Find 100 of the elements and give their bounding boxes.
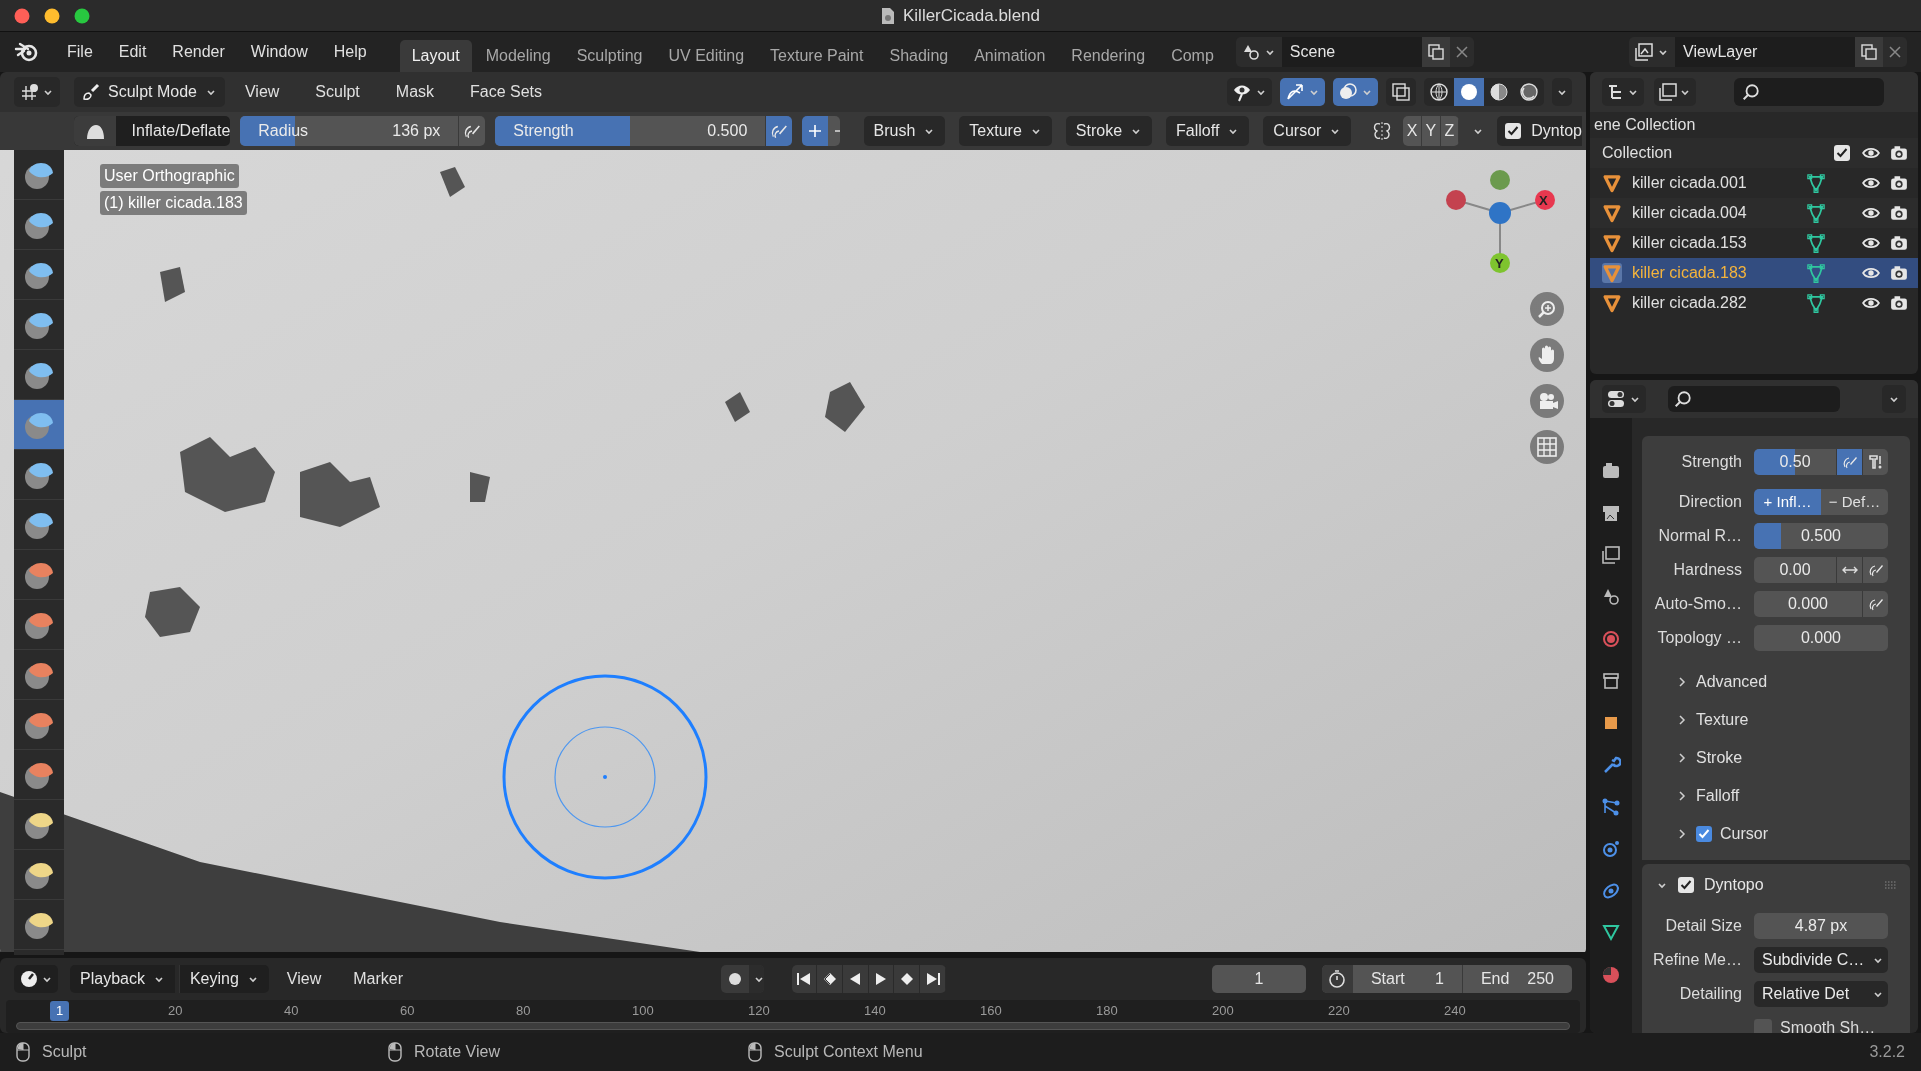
mesh-data-icon[interactable]	[1806, 203, 1826, 223]
camera-icon[interactable]	[1890, 174, 1908, 192]
checkbox[interactable]	[1754, 1019, 1772, 1033]
axis-toggle[interactable]: X	[1403, 116, 1422, 146]
preview-range-button[interactable]	[1321, 965, 1352, 993]
camera-icon[interactable]	[1890, 294, 1908, 312]
subpanel-header[interactable]: Falloff	[1642, 782, 1910, 810]
subpanel-header[interactable]: Advanced	[1642, 668, 1910, 696]
workspace-tab[interactable]: Shading	[877, 40, 961, 72]
copy-button[interactable]	[1421, 37, 1450, 67]
outliner-row[interactable]: killer cicada.004	[1590, 198, 1918, 228]
workspace-tab[interactable]: Layout	[399, 40, 472, 72]
pressure-button[interactable]	[1862, 557, 1888, 583]
menu-item[interactable]: View	[228, 80, 296, 104]
outliner-row[interactable]: killer cicada.183	[1590, 258, 1918, 288]
panel-header[interactable]: Dyntopo	[1642, 870, 1910, 900]
workspace-tab[interactable]: Rendering	[1059, 40, 1158, 72]
dropdown-button[interactable]: Falloff	[1166, 116, 1250, 146]
close-icon[interactable]	[14, 8, 30, 24]
menu-item[interactable]: Render	[159, 40, 238, 64]
minimize-icon[interactable]	[44, 8, 60, 24]
frame-range-field[interactable]: Start 1	[1351, 965, 1462, 993]
camera-icon[interactable]	[1890, 264, 1908, 282]
subpanel-header[interactable]: Texture	[1642, 706, 1910, 734]
camera-icon[interactable]	[1890, 204, 1908, 222]
dropdown-button[interactable]: Keying	[178, 965, 269, 993]
outliner-row[interactable]: Collection	[1590, 138, 1918, 168]
drag-handle-icon[interactable]	[1884, 880, 1898, 890]
scene-selector[interactable]	[1235, 37, 1282, 67]
menu-item[interactable]: View	[272, 967, 336, 991]
mode-dropdown[interactable]: Sculpt Mode	[74, 77, 225, 107]
menu-item[interactable]: Marker	[339, 967, 417, 991]
zoom-icon[interactable]	[74, 8, 90, 24]
number-field[interactable]: 4.87 px	[1754, 913, 1888, 939]
menu-item[interactable]: Help	[320, 40, 380, 64]
workspace-tab[interactable]: Animation	[962, 40, 1058, 72]
dropdown-button[interactable]: Cursor	[1263, 116, 1352, 146]
filter-button[interactable]	[1654, 78, 1696, 106]
number-field[interactable]: 0.000	[1754, 591, 1862, 617]
search-field[interactable]	[1668, 386, 1840, 412]
dropdown-button[interactable]: Texture	[959, 116, 1052, 146]
pressure-button[interactable]	[1836, 449, 1862, 475]
mesh-data-icon[interactable]	[1806, 173, 1826, 193]
menu-item[interactable]: Edit	[105, 40, 160, 64]
workspace-tab[interactable]: Modeling	[473, 40, 563, 72]
frame-number[interactable]: 1	[50, 1001, 70, 1021]
checkbox[interactable]	[1505, 123, 1522, 139]
slider-field[interactable]: 0.50	[1754, 449, 1836, 475]
record-menu-button[interactable]	[749, 965, 764, 993]
collection-name[interactable]: ene Collection	[1590, 112, 1918, 138]
axis-toggle[interactable]: Y	[1422, 116, 1441, 146]
menu-item[interactable]: Sculpt	[299, 80, 376, 104]
dropdown-field[interactable]: Subdivide C…	[1754, 947, 1888, 973]
visibility-button[interactable]	[1227, 78, 1272, 106]
workspace-tab[interactable]: Comp	[1159, 40, 1226, 72]
menu-item[interactable]: Face Sets	[454, 80, 559, 104]
dropdown-field[interactable]: Relative Det	[1754, 981, 1888, 1007]
mesh-data-icon[interactable]	[1806, 233, 1826, 253]
camera-icon[interactable]	[1890, 144, 1908, 162]
editor-type-button[interactable]	[14, 965, 58, 993]
menu-item[interactable]: Window	[237, 40, 321, 64]
menu-item[interactable]: File	[54, 40, 106, 64]
close-button[interactable]	[1449, 37, 1474, 67]
workspace-tab[interactable]: Texture Paint	[758, 40, 876, 72]
view-layer-selector[interactable]	[1629, 37, 1675, 67]
dropdown-button[interactable]: Brush	[863, 116, 946, 146]
brush-selector[interactable]: Inflate/Deflate	[74, 116, 231, 146]
scene-name-field[interactable]: Scene	[1281, 37, 1422, 67]
close-button[interactable]	[1883, 37, 1907, 67]
pressure-button[interactable]	[765, 116, 793, 146]
solid-button[interactable]	[1454, 78, 1484, 106]
display-mode-button[interactable]	[1602, 78, 1644, 106]
workspace-tab[interactable]: Sculpting	[564, 40, 655, 72]
checkbox[interactable]	[1678, 877, 1694, 893]
workspace-tab[interactable]: UV Editing	[656, 40, 757, 72]
search-field[interactable]	[1734, 78, 1884, 106]
view-layer-field[interactable]: ViewLayer	[1675, 37, 1855, 67]
menu-item[interactable]: Mask	[379, 80, 451, 104]
brush-tip-button[interactable]	[1862, 449, 1888, 475]
gizmo-button[interactable]	[1280, 78, 1325, 106]
number-field[interactable]: 0.000	[1754, 625, 1888, 651]
pressure-button[interactable]	[458, 116, 486, 146]
current-frame-field[interactable]: 1	[1211, 965, 1306, 993]
editor-type-button[interactable]	[14, 77, 60, 107]
mesh-data-icon[interactable]	[1806, 293, 1826, 313]
direction-option[interactable]: + Infl…	[1754, 489, 1821, 515]
frame-range-field[interactable]: End 250	[1461, 965, 1572, 993]
checkbox[interactable]	[1696, 826, 1712, 842]
number-field[interactable]: 0.00	[1754, 557, 1836, 583]
direction-option[interactable]: − Def…	[1821, 489, 1888, 515]
scrollbar[interactable]	[16, 1022, 1570, 1030]
checkbox[interactable]	[1834, 145, 1850, 161]
dropdown-button[interactable]: Stroke	[1065, 116, 1153, 146]
subpanel-header[interactable]: Stroke	[1642, 744, 1910, 772]
editor-type-button[interactable]	[1602, 385, 1646, 413]
subpanel-header[interactable]: Cursor	[1642, 820, 1910, 848]
overlays-button[interactable]	[1333, 78, 1378, 106]
xray-button[interactable]	[1386, 78, 1416, 106]
shading-menu-button[interactable]	[1552, 78, 1572, 106]
pressure-button[interactable]	[1862, 591, 1888, 617]
